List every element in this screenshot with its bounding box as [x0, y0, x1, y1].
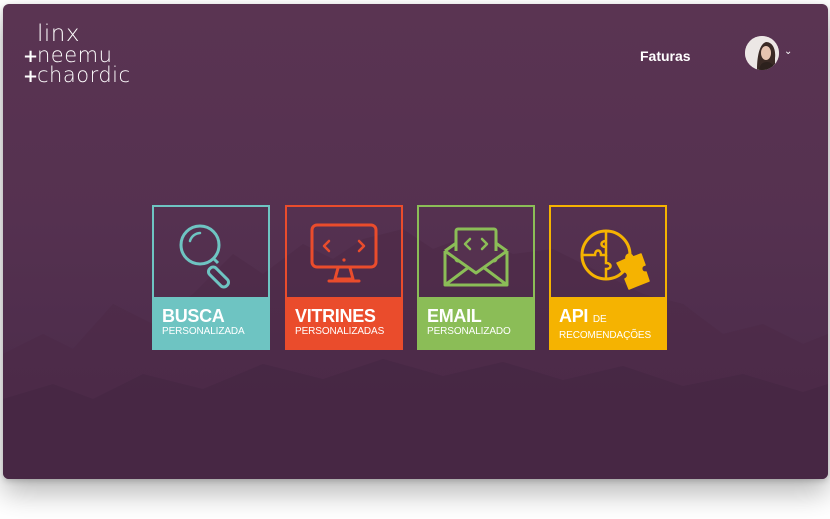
monitor-icon — [310, 223, 378, 283]
magnifier-icon — [179, 224, 231, 289]
envelope-icon — [443, 227, 509, 287]
app-window: linx +neemu +chaordic Faturas ⌄ BUSCA PE… — [3, 4, 828, 479]
logo-plus: + — [23, 46, 39, 67]
tile-email-personalizado[interactable]: EMAIL PERSONALIZADO — [417, 205, 535, 350]
chevron-down-icon[interactable]: ⌄ — [784, 46, 792, 57]
tile-title: EMAIL — [427, 306, 482, 326]
tile-footer: EMAIL PERSONALIZADO — [419, 297, 533, 348]
tile-api-recomendacoes[interactable]: API DE RECOMENDAÇÕES — [549, 205, 667, 350]
tile-subtitle: PERSONALIZADAS — [295, 326, 385, 337]
logo-chaordic: chaordic — [37, 63, 131, 87]
tile-subtitle: PERSONALIZADA — [162, 326, 245, 337]
tile-subtitle: RECOMENDAÇÕES — [559, 330, 652, 341]
tile-title: BUSCA — [162, 306, 225, 326]
logo-chaordic-row: +chaordic — [23, 63, 131, 87]
logo-plus: + — [23, 66, 39, 87]
tile-title: VITRINES — [295, 306, 376, 326]
tile-footer: BUSCA PERSONALIZADA — [154, 297, 268, 348]
tile-title: API DE — [559, 306, 607, 326]
faturas-link[interactable]: Faturas — [640, 48, 691, 64]
tile-footer: API DE RECOMENDAÇÕES — [551, 297, 665, 348]
linx-logo: linx +neemu +chaordic — [23, 22, 131, 86]
user-photo-icon — [745, 36, 779, 70]
tile-footer: VITRINES PERSONALIZADAS — [287, 297, 401, 348]
tile-vitrines-personalizadas[interactable]: VITRINES PERSONALIZADAS — [285, 205, 403, 350]
tile-busca-personalizada[interactable]: BUSCA PERSONALIZADA — [152, 205, 270, 350]
avatar[interactable] — [745, 36, 779, 70]
puzzle-icon — [580, 229, 650, 290]
tile-subtitle: PERSONALIZADO — [427, 326, 511, 337]
